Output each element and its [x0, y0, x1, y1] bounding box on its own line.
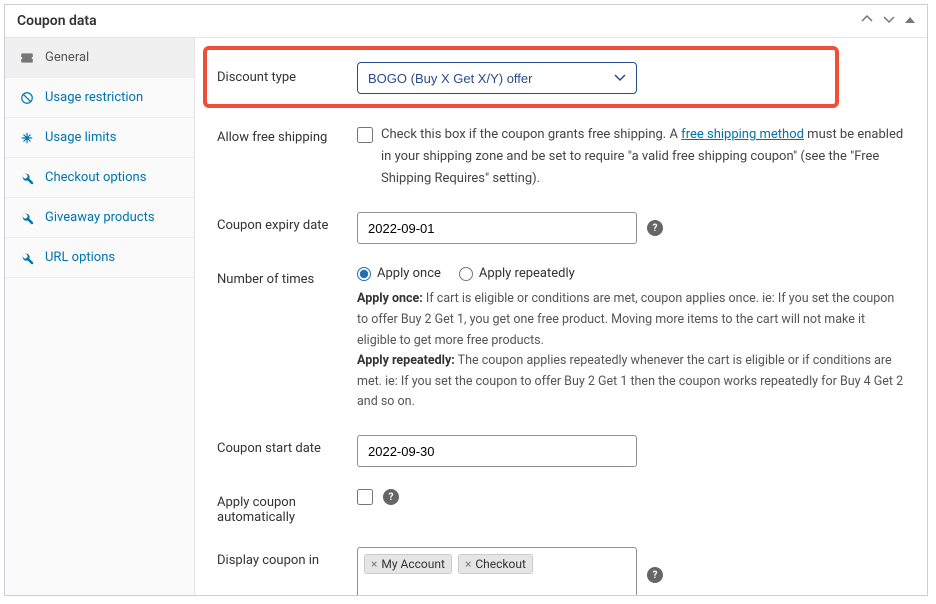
free-shipping-label: Allow free shipping [217, 124, 357, 145]
free-shipping-link[interactable]: free shipping method [681, 127, 804, 142]
times-label: Number of times [217, 266, 357, 287]
sidebar-item-usage-limits[interactable]: Usage limits [5, 118, 194, 158]
sidebar-item-label: Checkout options [45, 170, 146, 185]
discount-type-select[interactable]: BOGO (Buy X Get X/Y) offer [357, 62, 637, 94]
sidebar-item-usage-restriction[interactable]: Usage restriction [5, 78, 194, 118]
sidebar-item-giveaway-products[interactable]: Giveaway products [5, 198, 194, 238]
tag-checkout: × Checkout [458, 554, 533, 574]
discount-type-label: Discount type [217, 62, 357, 85]
move-down-icon[interactable] [883, 13, 895, 29]
expiry-date-input[interactable] [357, 212, 637, 244]
apply-repeatedly-radio[interactable]: Apply repeatedly [459, 266, 575, 281]
auto-apply-checkbox[interactable] [357, 489, 373, 505]
expiry-label: Coupon expiry date [217, 212, 357, 233]
sidebar-item-label: General [45, 50, 89, 65]
times-description: Apply once: If cart is eligible or condi… [357, 289, 905, 413]
sidebar: General Usage restriction Usage limits C… [5, 38, 195, 595]
free-shipping-checkbox[interactable] [357, 127, 373, 143]
block-icon [19, 91, 35, 105]
limits-icon [19, 131, 35, 145]
help-icon[interactable]: ? [647, 220, 663, 236]
wrench-icon [19, 211, 35, 225]
remove-tag-icon[interactable]: × [371, 557, 377, 571]
display-in-tags-input[interactable]: × My Account × Checkout [357, 547, 637, 595]
content-area: Discount type BOGO (Buy X Get X/Y) offer… [195, 38, 927, 595]
start-date-input[interactable] [357, 435, 637, 467]
tag-my-account: × My Account [364, 554, 452, 574]
help-icon[interactable]: ? [383, 489, 399, 505]
ticket-icon [19, 51, 35, 65]
sidebar-item-label: Usage limits [45, 130, 116, 145]
wrench-icon [19, 251, 35, 265]
panel-header: Coupon data [5, 5, 927, 38]
display-in-label: Display coupon in [217, 547, 357, 568]
help-icon[interactable]: ? [647, 567, 663, 583]
panel-header-actions [861, 13, 915, 29]
sidebar-item-checkout-options[interactable]: Checkout options [5, 158, 194, 198]
sidebar-item-label: URL options [45, 250, 115, 265]
panel-title: Coupon data [17, 13, 97, 29]
auto-apply-label: Apply coupon automatically [217, 489, 357, 525]
sidebar-item-label: Giveaway products [45, 210, 155, 225]
coupon-data-panel: Coupon data General [4, 4, 928, 596]
start-date-label: Coupon start date [217, 435, 357, 456]
sidebar-item-url-options[interactable]: URL options [5, 238, 194, 278]
toggle-icon[interactable] [905, 14, 915, 29]
move-up-icon[interactable] [861, 13, 873, 29]
apply-once-radio[interactable]: Apply once [357, 266, 441, 281]
remove-tag-icon[interactable]: × [465, 557, 471, 571]
wrench-icon [19, 171, 35, 185]
sidebar-item-general[interactable]: General [5, 38, 194, 78]
sidebar-item-label: Usage restriction [45, 90, 143, 105]
free-shipping-description: Check this box if the coupon grants free… [381, 124, 905, 190]
